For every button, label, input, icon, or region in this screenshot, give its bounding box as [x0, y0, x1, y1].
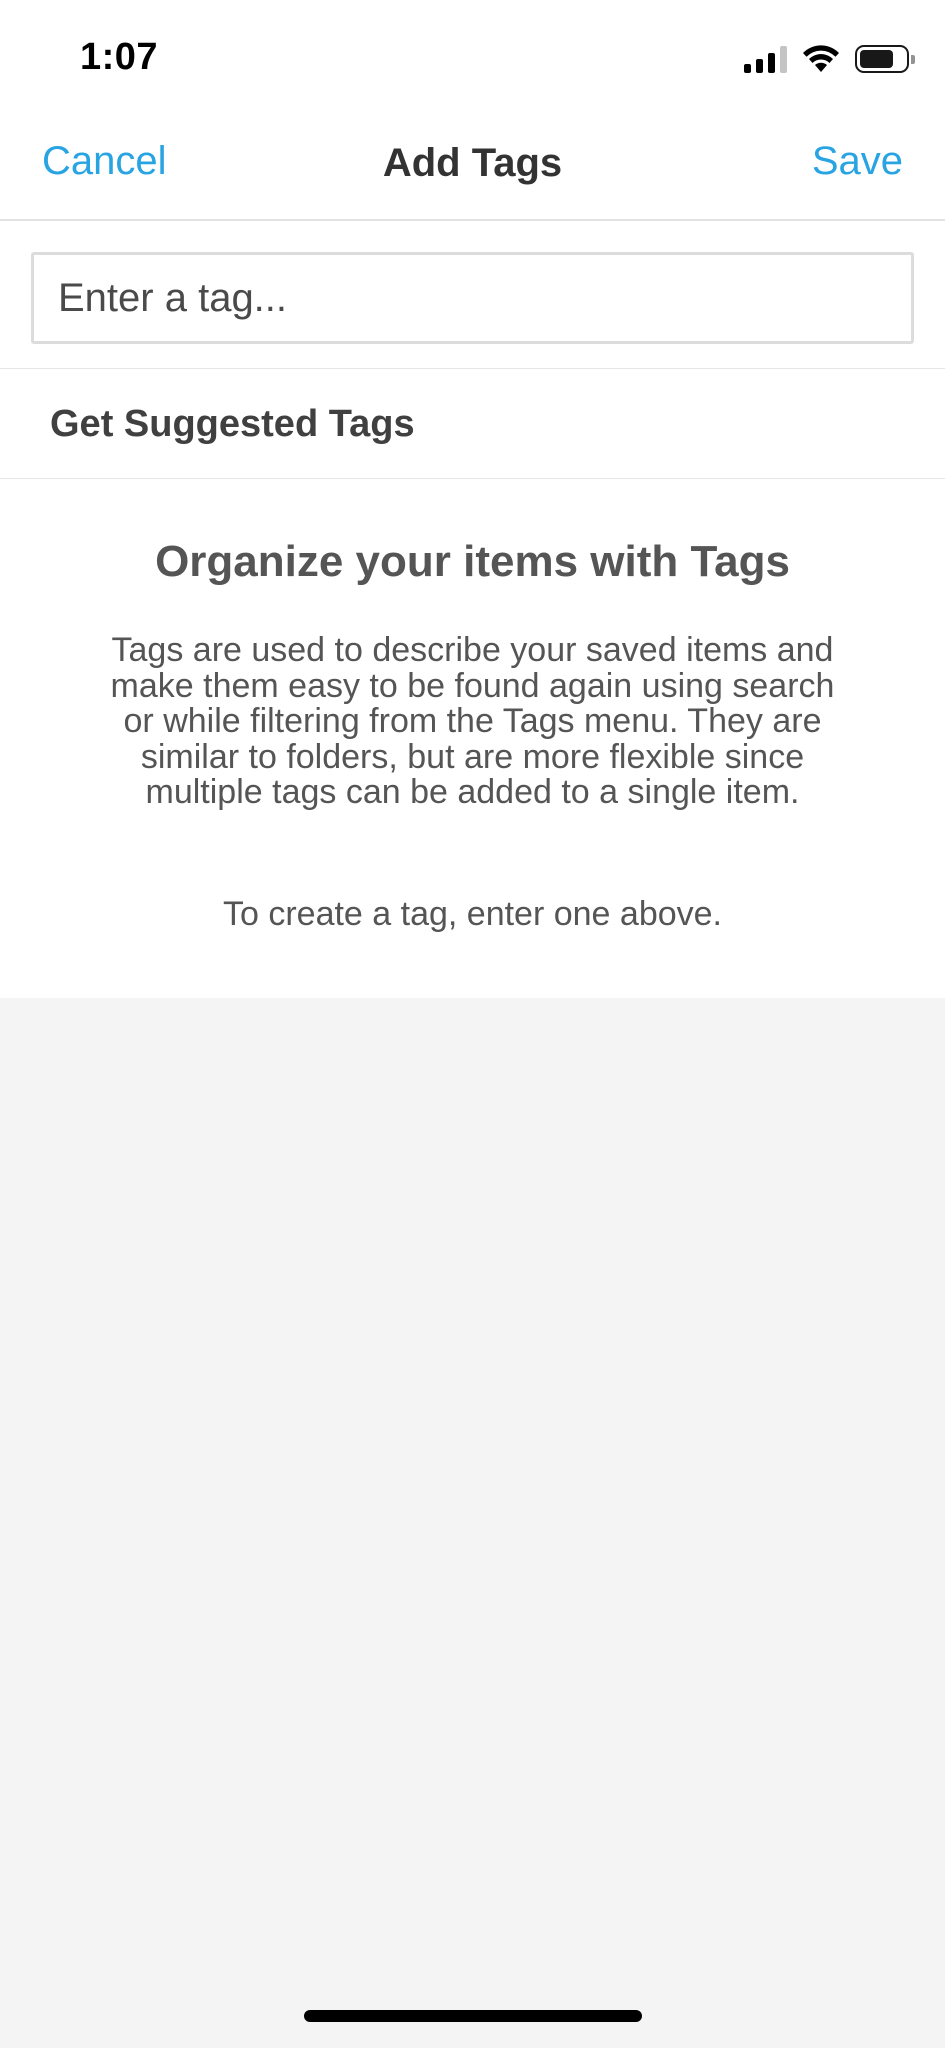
empty-state-hint: To create a tag, enter one above. [222, 895, 722, 933]
add-tags-screen: 1:07 Cancel Add Tags Save Get Suggested [0, 0, 945, 2048]
tag-input[interactable] [31, 252, 914, 344]
save-button[interactable]: Save [812, 139, 903, 184]
battery-icon [855, 45, 915, 73]
get-suggested-tags-label: Get Suggested Tags [50, 403, 415, 445]
get-suggested-tags-button[interactable]: Get Suggested Tags [0, 369, 945, 479]
wifi-icon [803, 45, 839, 72]
status-bar: 1:07 [0, 0, 945, 115]
empty-state-body: Tags are used to describe your saved ite… [110, 631, 835, 811]
status-time: 1:07 [80, 36, 159, 78]
status-icons [744, 42, 915, 76]
home-indicator[interactable] [304, 2010, 642, 2022]
page-title: Add Tags [382, 141, 563, 185]
empty-state-title: Organize your items with Tags [155, 537, 790, 586]
tag-input-row [0, 221, 945, 369]
tags-content: Get Suggested Tags Organize your items w… [0, 221, 945, 998]
nav-bar: Cancel Add Tags Save [0, 115, 945, 221]
cellular-signal-icon [744, 45, 787, 73]
